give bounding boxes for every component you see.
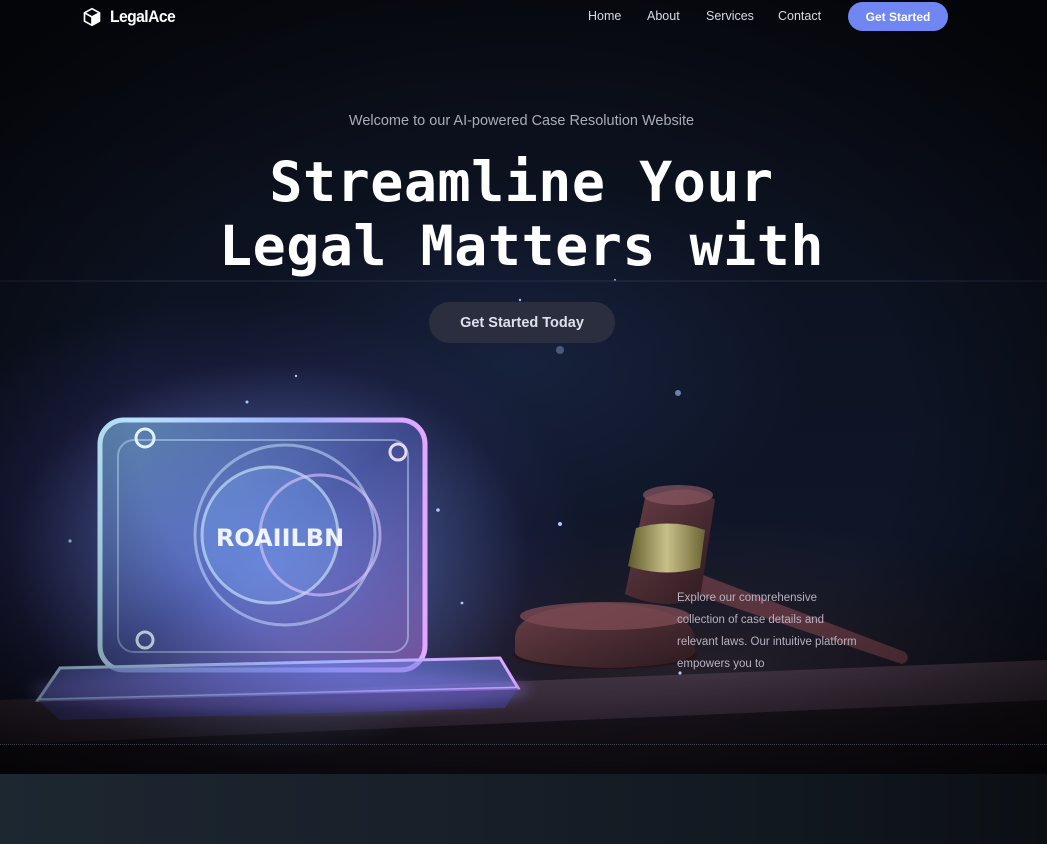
brand-name: LegalAce [110, 7, 176, 26]
nav-link-contact[interactable]: Contact [778, 9, 821, 23]
section-divider [0, 744, 1047, 745]
hero-headline: Streamline Your Legal Matters with [0, 150, 1043, 278]
top-navigation: LegalAce Home About Services Contact Get… [0, 0, 1047, 34]
nav-link-services[interactable]: Services [706, 9, 754, 23]
get-started-button[interactable]: Get Started [848, 2, 948, 31]
brand-logo[interactable]: LegalAce [82, 6, 181, 28]
nav-link-home[interactable]: Home [588, 9, 621, 23]
next-section-preview [0, 774, 1047, 844]
hero-headline-line-1: Streamline Your [269, 150, 774, 214]
get-started-today-button[interactable]: Get Started Today [429, 302, 615, 343]
cube-icon [83, 7, 101, 27]
hero-eyebrow: Welcome to our AI-powered Case Resolutio… [348, 113, 695, 129]
hero-headline-line-2: Legal Matters with [218, 214, 825, 278]
hero-section: ROAIILBN LegalAce Home About Services Co… [0, 0, 1047, 774]
landing-page: ROAIILBN LegalAce Home About Services Co… [0, 0, 1047, 844]
hero-description: Explore our comprehensive collection of … [677, 592, 857, 670]
sign-text: ROAIILBN [216, 524, 344, 552]
nav-link-about[interactable]: About [647, 9, 680, 23]
